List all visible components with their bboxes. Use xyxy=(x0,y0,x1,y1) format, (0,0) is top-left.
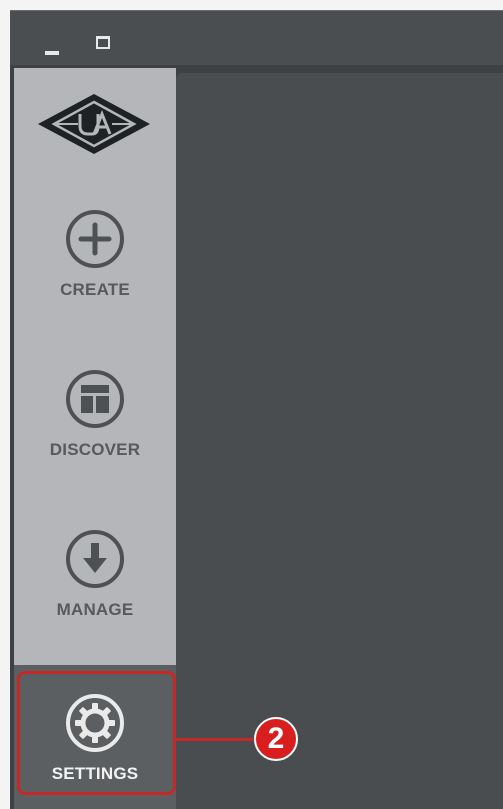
minimize-icon xyxy=(45,51,59,55)
sidebar-item-label: CREATE xyxy=(60,280,130,299)
sidebar-item-discover[interactable]: DISCOVER xyxy=(14,366,176,486)
maximize-button[interactable] xyxy=(92,31,114,53)
settings-highlight-box xyxy=(17,671,176,795)
callout-badge: 2 xyxy=(254,717,298,761)
plus-circle-icon xyxy=(62,206,128,272)
sidebar-item-create[interactable]: CREATE xyxy=(14,206,176,326)
sidebar-item-label: MANAGE xyxy=(56,600,134,619)
download-circle-icon xyxy=(62,526,128,592)
main-content-area xyxy=(176,73,503,809)
layout-circle-icon xyxy=(62,366,128,432)
app-window: CREATE DISCOVER MANAGE SETTINGS 2 xyxy=(0,0,503,809)
ua-logo-icon xyxy=(38,94,150,154)
sidebar-item-manage[interactable]: MANAGE xyxy=(14,526,176,646)
maximize-icon xyxy=(96,35,110,49)
callout-line xyxy=(176,738,256,741)
title-bar xyxy=(10,10,503,66)
sidebar-item-label: DISCOVER xyxy=(49,440,141,459)
minimize-button[interactable] xyxy=(40,33,64,57)
